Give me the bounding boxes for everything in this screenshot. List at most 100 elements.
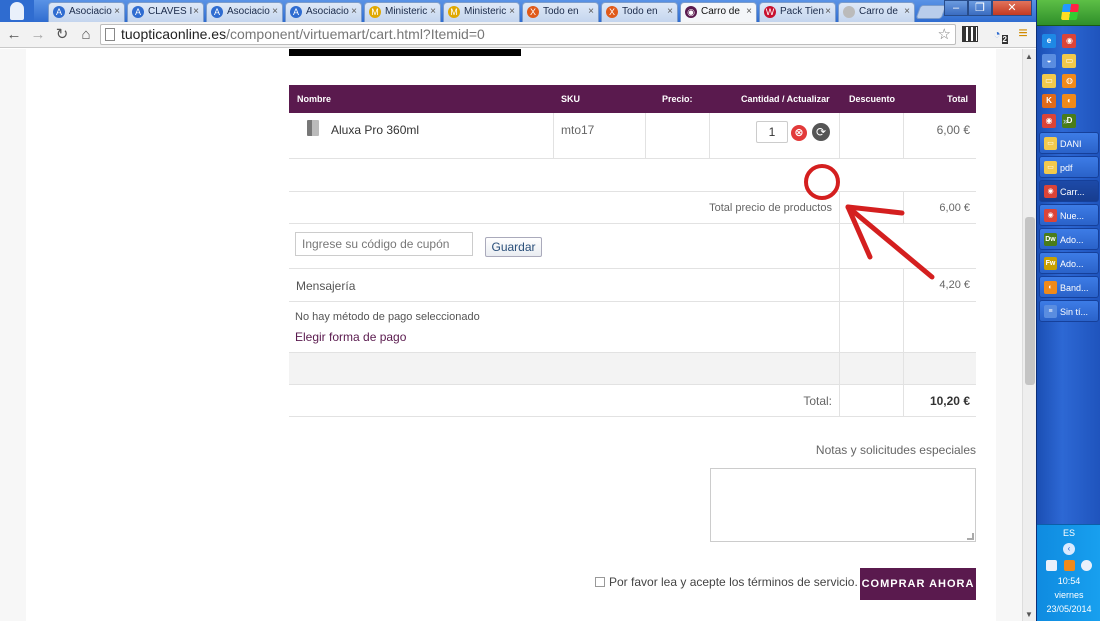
product-thumbnail[interactable] (307, 120, 319, 136)
start-button[interactable] (1037, 0, 1100, 26)
terms-checkbox-row[interactable]: Por favor lea y acepte los términos de s… (595, 575, 858, 589)
tab-close-icon[interactable]: × (509, 3, 515, 21)
restore-button[interactable]: ❐ (968, 0, 992, 16)
tab-favicon-icon: A (211, 6, 223, 18)
task-label: Band... (1060, 283, 1089, 293)
header-name: Nombre (297, 94, 332, 104)
browser-tab[interactable]: M Ministeric × (443, 2, 520, 22)
browser-tab[interactable]: Carro de × (838, 2, 915, 22)
task-app-icon: ▭ (1044, 137, 1057, 150)
extension-icon[interactable]: ◔ 2 (989, 26, 1008, 44)
address-bar[interactable]: tuopticaonline.es/component/virtuemart/c… (100, 24, 956, 45)
tab-close-icon[interactable]: × (825, 3, 831, 21)
reload-button[interactable]: ↻ (52, 25, 72, 45)
product-name[interactable]: Aluxa Pro 360ml (331, 123, 419, 137)
taskbar-task[interactable]: ◉ Nue... (1039, 204, 1099, 226)
save-coupon-button[interactable]: Guardar (485, 237, 542, 257)
tab-close-icon[interactable]: × (904, 3, 910, 21)
tray-icon[interactable] (1046, 560, 1058, 571)
tray-icon[interactable] (1080, 560, 1092, 571)
profile-avatar[interactable] (0, 0, 34, 22)
update-quantity-button[interactable]: ⟳ (812, 123, 830, 141)
tab-close-icon[interactable]: × (193, 3, 199, 21)
tab-favicon-icon: X (527, 6, 539, 18)
tab-close-icon[interactable]: × (430, 3, 436, 21)
tab-label: Carro de (859, 6, 898, 17)
scroll-up-icon[interactable]: ▲ (1025, 52, 1033, 61)
header-sku: SKU (561, 94, 581, 104)
url-path: /component/virtuemart/cart.html?Itemid=0 (226, 26, 485, 42)
bookmark-star-icon[interactable]: ☆ (938, 25, 951, 44)
task-app-icon: ▭ (1044, 161, 1057, 174)
browser-tab[interactable]: A Asociacio × (48, 2, 125, 22)
minimize-button[interactable]: – (944, 0, 968, 16)
tab-close-icon[interactable]: × (272, 3, 278, 21)
quick-launch-icon[interactable]: ◐ (1062, 94, 1077, 108)
system-clock[interactable]: 10:54 viernes 23/05/2014 (1037, 574, 1100, 616)
tab-favicon-icon: X (606, 6, 618, 18)
quick-launch-icon[interactable]: ◒ (1042, 54, 1056, 68)
forward-button[interactable]: → (28, 25, 48, 45)
quick-launch-icon[interactable]: ▭ (1062, 54, 1077, 68)
scrollbar-thumb[interactable] (1025, 217, 1035, 385)
chevron-down-icon[interactable]: » (1063, 116, 1068, 126)
task-app-icon: ≡ (1044, 305, 1057, 318)
tab-favicon-icon: ◉ (685, 6, 697, 18)
new-tab-button[interactable] (915, 5, 947, 19)
quick-launch-icon[interactable]: K (1042, 94, 1056, 108)
terms-label[interactable]: Por favor lea y acepte los términos de s… (609, 575, 858, 589)
resize-grip-icon[interactable] (967, 533, 974, 540)
system-tray: ES ‹ 10:54 viernes 23/05/2014 (1037, 524, 1100, 621)
taskbar-task[interactable]: ≡ Sin tí... (1039, 300, 1099, 322)
taskbar-task[interactable]: ▭ pdf (1039, 156, 1099, 178)
browser-tab[interactable]: ◉ Carro de × (680, 2, 757, 22)
payment-row: No hay método de pago seleccionado Elegi… (289, 302, 976, 353)
browser-tab[interactable]: X Todo en × (522, 2, 599, 22)
buy-now-button[interactable]: COMPRAR AHORA (860, 568, 976, 600)
notes-textarea[interactable] (710, 468, 976, 542)
quick-launch-icon[interactable]: ◉ (1062, 34, 1077, 48)
terms-checkbox[interactable] (595, 577, 605, 587)
browser-tab[interactable]: A CLAVES I × (127, 2, 204, 22)
choose-payment-link[interactable]: Elegir forma de pago (295, 330, 406, 344)
browser-tab[interactable]: A Asociacio × (206, 2, 283, 22)
cart-header-row: Nombre SKU Precio: Cantidad / Actualizar… (289, 85, 976, 113)
vertical-scrollbar[interactable]: ▲ ▼ (1022, 49, 1036, 621)
back-button[interactable]: ← (4, 25, 24, 45)
quick-launch-icon[interactable]: ◉ (1042, 114, 1056, 128)
qr-code-extension-icon[interactable] (962, 26, 978, 42)
tray-icon[interactable] (1063, 560, 1075, 571)
tab-close-icon[interactable]: × (588, 3, 594, 21)
quick-launch-icon[interactable]: ▭ (1042, 74, 1056, 88)
browser-menu-button[interactable]: ≡ (1015, 26, 1031, 42)
taskbar-task[interactable]: Fw Ado... (1039, 252, 1099, 274)
remove-item-button[interactable]: ⊗ (791, 125, 807, 141)
browser-tab[interactable]: W Pack Tien × (759, 2, 836, 22)
tray-expand-icon[interactable]: ‹ (1063, 543, 1075, 555)
browser-tab[interactable]: X Todo en × (601, 2, 678, 22)
tab-favicon-icon: A (53, 6, 65, 18)
scroll-down-icon[interactable]: ▼ (1025, 610, 1033, 619)
taskbar-task[interactable]: ▭ DANI (1039, 132, 1099, 154)
task-label: Ado... (1060, 259, 1084, 269)
tab-close-icon[interactable]: × (667, 3, 673, 21)
taskbar-task[interactable]: ◉ Carr... (1039, 180, 1099, 202)
tab-close-icon[interactable]: × (351, 3, 357, 21)
language-indicator[interactable]: ES (1037, 528, 1100, 538)
quick-launch-icon[interactable]: ◍ (1062, 74, 1077, 88)
tab-favicon-icon: M (369, 6, 381, 18)
window-controls: – ❐ ✕ (944, 0, 1032, 16)
taskbar-task[interactable]: Dw Ado... (1039, 228, 1099, 250)
total-value: 10,20 € (929, 394, 970, 408)
home-button[interactable]: ⌂ (76, 25, 96, 45)
tab-close-icon[interactable]: × (746, 3, 752, 21)
coupon-input[interactable]: Ingrese su código de cupón (295, 232, 473, 256)
task-app-icon: ◐ (1044, 281, 1057, 294)
taskbar-task[interactable]: ◐ Band... (1039, 276, 1099, 298)
quantity-input[interactable]: 1 (756, 121, 788, 143)
quick-launch-icon[interactable]: e (1042, 34, 1056, 48)
browser-tab[interactable]: M Ministeric × (364, 2, 441, 22)
browser-tab[interactable]: A Asociacio × (285, 2, 362, 22)
tab-close-icon[interactable]: × (114, 3, 120, 21)
close-window-button[interactable]: ✕ (992, 0, 1032, 16)
